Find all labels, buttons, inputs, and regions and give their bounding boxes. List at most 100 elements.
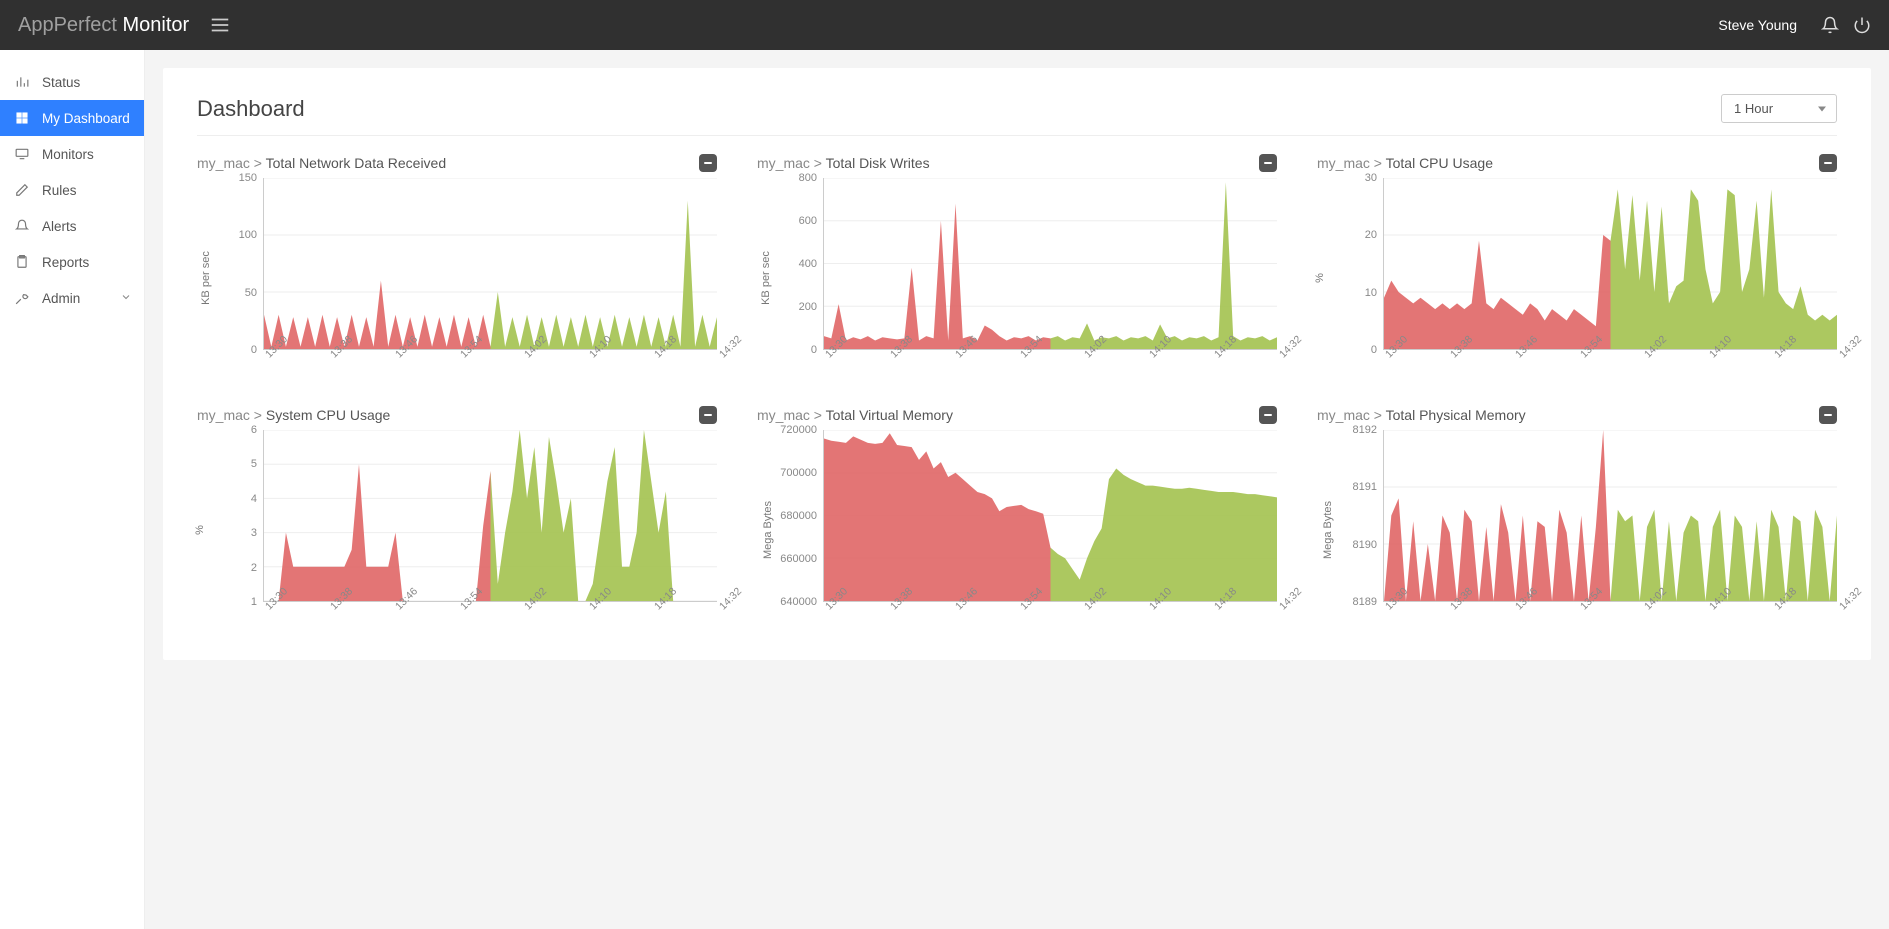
y-tick: 660000 (780, 553, 817, 565)
menu-toggle-button[interactable] (209, 14, 231, 36)
notifications-icon[interactable] (1821, 16, 1839, 34)
power-icon[interactable] (1853, 16, 1871, 34)
chart-area: %12345613:3013:3813:4613:5414:0214:1014:… (197, 430, 717, 630)
panel-minimize-button[interactable] (1259, 406, 1277, 424)
y-tick: 0 (1371, 344, 1377, 356)
y-tick: 100 (239, 229, 257, 241)
sidebar-item-dashboard[interactable]: My Dashboard (0, 100, 144, 136)
y-axis-label: % (1314, 273, 1326, 283)
y-tick: 2 (251, 562, 257, 574)
page-title: Dashboard (197, 96, 305, 122)
chart-panel-vmem: my_mac > Total Virtual MemoryMega Bytes6… (757, 406, 1277, 630)
sidebar: Status My Dashboard Monitors Rules Alert… (0, 50, 145, 929)
chart-area: Mega Bytes818981908191819213:3013:3813:4… (1317, 430, 1837, 630)
y-tick: 1 (251, 596, 257, 608)
panel-minimize-button[interactable] (1819, 154, 1837, 172)
topbar: AppPerfect Monitor Steve Young (0, 0, 1889, 50)
y-axis-label: % (194, 525, 206, 535)
chart-area: KB per sec020040060080013:3013:3813:4613… (757, 178, 1277, 378)
chart-panel-pmem: my_mac > Total Physical Memory Mega Bytes… (1317, 406, 1837, 630)
pencil-icon (12, 183, 32, 197)
sidebar-item-label: My Dashboard (42, 111, 130, 126)
sidebar-item-label: Rules (42, 183, 77, 198)
clipboard-icon (12, 255, 32, 269)
y-tick: 400 (799, 258, 817, 270)
chart-plot[interactable] (823, 430, 1277, 602)
charts-grid: my_mac > Total Network Data Received KB p… (197, 154, 1837, 630)
chart-plot[interactable] (263, 178, 717, 350)
y-tick: 720000 (780, 424, 817, 436)
sidebar-item-reports[interactable]: Reports (0, 244, 144, 280)
panel-title: my_mac > Total Physical Memory (1317, 407, 1526, 423)
y-tick: 8190 (1353, 539, 1377, 551)
sidebar-item-label: Status (42, 75, 80, 90)
panel-minimize-button[interactable] (1259, 154, 1277, 172)
chart-area: %010203013:3013:3813:4613:5414:0214:1014… (1317, 178, 1837, 378)
chart-plot[interactable] (263, 430, 717, 602)
bell-icon (12, 219, 32, 233)
chart-area: Mega Bytes640000660000680000700000720000… (757, 430, 1277, 630)
y-tick: 600 (799, 215, 817, 227)
sidebar-item-admin[interactable]: Admin (0, 280, 144, 316)
panel-minimize-button[interactable] (699, 406, 717, 424)
panel-title: my_mac > Total Disk Writes (757, 155, 930, 171)
y-tick: 0 (251, 344, 257, 356)
y-tick: 8191 (1353, 481, 1377, 493)
panel-title: my_mac > Total CPU Usage (1317, 155, 1493, 171)
monitor-icon (12, 147, 32, 161)
main-content: Dashboard 1 Hour my_mac > Total Network … (145, 50, 1889, 929)
sidebar-item-monitors[interactable]: Monitors (0, 136, 144, 172)
panel-title: my_mac > System CPU Usage (197, 407, 390, 423)
x-tick: 14:32 (1277, 585, 1304, 612)
sidebar-item-label: Monitors (42, 147, 94, 162)
sidebar-item-label: Admin (42, 291, 80, 306)
x-tick: 14:32 (1277, 333, 1304, 360)
x-tick: 14:32 (717, 333, 744, 360)
y-tick: 3 (251, 527, 257, 539)
chart-panel-disk: my_mac > Total Disk WritesKB per sec0200… (757, 154, 1277, 378)
user-name[interactable]: Steve Young (1718, 17, 1797, 33)
panel-minimize-button[interactable] (1819, 406, 1837, 424)
y-tick: 0 (811, 344, 817, 356)
panel-title: my_mac > Total Network Data Received (197, 155, 446, 171)
x-tick: 14:32 (1837, 333, 1864, 360)
y-axis-label: Mega Bytes (1322, 501, 1334, 559)
bar-chart-icon (12, 75, 32, 89)
chart-panel-net: my_mac > Total Network Data Received KB p… (197, 154, 717, 378)
chart-panel-cpu_sys: my_mac > System CPU Usage%12345613:3013:… (197, 406, 717, 630)
y-tick: 6 (251, 424, 257, 436)
grid-icon (12, 111, 32, 125)
y-tick: 4 (251, 493, 257, 505)
chart-plot[interactable] (823, 178, 1277, 350)
y-axis-label: KB per sec (200, 251, 212, 305)
y-tick: 8192 (1353, 424, 1377, 436)
y-tick: 30 (1365, 172, 1377, 184)
y-tick: 700000 (780, 467, 817, 479)
x-tick: 14:32 (717, 585, 744, 612)
chart-plot[interactable] (1383, 430, 1837, 602)
y-tick: 8189 (1353, 596, 1377, 608)
y-tick: 5 (251, 458, 257, 470)
y-tick: 50 (245, 287, 257, 299)
sidebar-item-label: Reports (42, 255, 89, 270)
chart-area: KB per sec05010015013:3013:3813:4613:541… (197, 178, 717, 378)
brand-prefix: AppPerfect (18, 14, 117, 36)
x-tick: 14:32 (1837, 585, 1864, 612)
dashboard-card: Dashboard 1 Hour my_mac > Total Network … (163, 68, 1871, 660)
chevron-down-icon (120, 291, 132, 306)
panel-minimize-button[interactable] (699, 154, 717, 172)
y-tick: 680000 (780, 510, 817, 522)
dashboard-header: Dashboard 1 Hour (197, 94, 1837, 136)
sidebar-item-status[interactable]: Status (0, 64, 144, 100)
brand-main: Monitor (123, 14, 190, 36)
sidebar-item-label: Alerts (42, 219, 77, 234)
time-range-select[interactable]: 1 Hour (1721, 94, 1837, 123)
y-axis-label: KB per sec (760, 251, 772, 305)
panel-title: my_mac > Total Virtual Memory (757, 407, 953, 423)
chart-plot[interactable] (1383, 178, 1837, 350)
wrench-icon (12, 291, 32, 305)
sidebar-item-alerts[interactable]: Alerts (0, 208, 144, 244)
sidebar-item-rules[interactable]: Rules (0, 172, 144, 208)
y-tick: 10 (1365, 287, 1377, 299)
y-tick: 800 (799, 172, 817, 184)
